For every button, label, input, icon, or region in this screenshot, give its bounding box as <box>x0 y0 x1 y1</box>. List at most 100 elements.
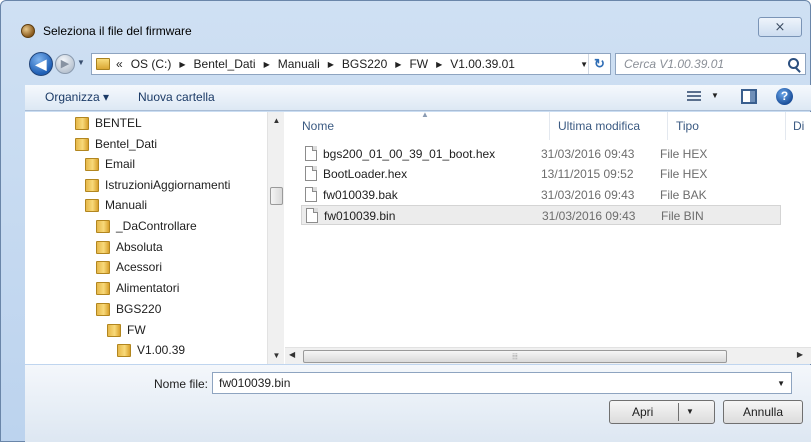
view-options-icon[interactable] <box>687 91 701 103</box>
tree-item-alimentatori[interactable]: Alimentatori <box>96 279 179 297</box>
column-divider[interactable] <box>785 112 786 140</box>
breadcrumb-item[interactable]: V1.00.39.01 <box>450 57 515 71</box>
tree-item-label: Bentel_Dati <box>95 137 158 151</box>
chevron-right-icon[interactable]: ▶ <box>328 60 334 69</box>
chevron-down-icon[interactable]: ▼ <box>711 91 719 100</box>
folder-icon <box>96 219 110 233</box>
tree-item-email[interactable]: Email <box>85 155 135 173</box>
column-header-modified[interactable]: Ultima modifica <box>558 119 640 133</box>
filename-value[interactable]: fw010039.bin <box>219 376 290 390</box>
breadcrumb-overflow[interactable]: « <box>116 57 123 71</box>
chevron-right-icon[interactable]: ▶ <box>436 60 442 69</box>
folder-icon <box>117 343 131 357</box>
tree-item-istruzioni[interactable]: IstruzioniAggiornamenti <box>85 176 230 194</box>
folder-icon <box>96 58 110 70</box>
navigation-pane: BENTEL Bentel_Dati Email IstruzioniAggio… <box>25 112 284 364</box>
file-row[interactable]: fw010039.bak 31/03/2016 09:43 File BAK <box>301 185 781 205</box>
horizontal-scrollbar[interactable]: ◀ ⦙⦙⦙ ▶ <box>285 347 811 364</box>
file-name: fw010039.bak <box>323 188 398 202</box>
tree-item-dacontrollare[interactable]: _DaControllare <box>96 217 197 235</box>
tree-item-label: _DaControllare <box>116 219 197 233</box>
address-bar[interactable]: « OS (C:) ▶ Bentel_Dati ▶ Manuali ▶ BGS2… <box>91 53 611 75</box>
tree-item-label: IstruzioniAggiornamenti <box>105 178 231 192</box>
scrollbar-thumb[interactable] <box>270 187 283 205</box>
scroll-left-icon[interactable]: ◀ <box>289 350 295 359</box>
chevron-down-icon[interactable]: ▼ <box>580 60 588 69</box>
file-row[interactable]: BootLoader.hex 13/11/2015 09:52 File HEX <box>301 164 781 184</box>
tree-item-bgs220[interactable]: BGS220 <box>96 300 161 318</box>
folder-icon <box>85 157 99 171</box>
tree-item-v1-00-39[interactable]: V1.00.39 <box>117 341 185 359</box>
folder-icon <box>96 260 110 274</box>
tree-item-bentel-dati[interactable]: Bentel_Dati <box>75 135 157 153</box>
tree-item-label: Alimentatori <box>116 281 180 295</box>
open-button[interactable]: Apri ▼ <box>609 400 715 424</box>
file-modified: 13/11/2015 09:52 <box>541 167 634 181</box>
breadcrumb-item[interactable]: BGS220 <box>342 57 387 71</box>
file-type: File BIN <box>661 209 704 223</box>
forward-button[interactable]: ▶ <box>55 54 75 74</box>
file-icon <box>305 146 317 161</box>
scroll-up-icon[interactable]: ▲ <box>268 116 285 125</box>
file-row-selected[interactable]: fw010039.bin 31/03/2016 09:43 File BIN <box>301 205 781 225</box>
chevron-right-icon[interactable]: ▶ <box>395 60 401 69</box>
cancel-button[interactable]: Annulla <box>723 400 803 424</box>
tree-item-manuali[interactable]: Manuali <box>85 196 147 214</box>
scrollbar-thumb[interactable]: ⦙⦙⦙ <box>303 350 727 363</box>
tree-item-label: FW <box>127 323 146 337</box>
column-header-type[interactable]: Tipo <box>676 119 699 133</box>
tree-item-label: Manuali <box>105 198 148 212</box>
navigation-scrollbar[interactable]: ▲ ▼ <box>267 112 284 364</box>
chevron-down-icon[interactable]: ▼ <box>686 401 694 423</box>
breadcrumb-item[interactable]: OS (C:) <box>131 57 172 71</box>
scroll-down-icon[interactable]: ▼ <box>268 351 285 360</box>
filename-label: Nome file: <box>154 377 209 391</box>
tree-item-label: BENTEL <box>95 116 142 130</box>
recent-locations-dropdown[interactable]: ▼ <box>77 58 87 68</box>
file-icon <box>306 208 318 223</box>
chevron-down-icon[interactable]: ▼ <box>777 379 785 388</box>
chevron-right-icon[interactable]: ▶ <box>264 60 270 69</box>
column-header-name[interactable]: Nome <box>302 119 334 133</box>
tree-item-bentel[interactable]: BENTEL <box>75 114 142 132</box>
tree-item-acessori[interactable]: Acessori <box>96 258 162 276</box>
tree-item-absoluta[interactable]: Absoluta <box>96 238 163 256</box>
filename-field[interactable]: fw010039.bin ▼ <box>212 372 792 394</box>
dialog-footer: Nome file: fw010039.bin ▼ Apri ▼ Annulla <box>25 365 811 442</box>
file-type: File BAK <box>660 188 707 202</box>
column-header-size[interactable]: Di <box>793 119 804 133</box>
close-button[interactable]: ⨯ <box>758 17 802 37</box>
column-divider[interactable] <box>549 112 550 140</box>
column-divider[interactable] <box>667 112 668 140</box>
file-row[interactable]: bgs200_01_00_39_01_boot.hex 31/03/2016 0… <box>301 144 781 164</box>
file-name: fw010039.bin <box>324 209 396 223</box>
breadcrumb-item[interactable]: FW <box>409 57 428 71</box>
folder-icon <box>75 137 89 151</box>
folder-icon <box>107 323 121 337</box>
app-icon <box>21 24 35 38</box>
file-modified: 31/03/2016 09:43 <box>541 188 635 202</box>
breadcrumb-item[interactable]: Bentel_Dati <box>194 57 256 71</box>
tree-item-label: V1.00.39 <box>137 343 186 357</box>
file-type: File HEX <box>660 167 708 181</box>
command-bar: Organizza ▾ Nuova cartella ▼ ? <box>25 85 811 111</box>
scroll-right-icon[interactable]: ▶ <box>797 350 803 359</box>
refresh-button[interactable]: ↻ <box>588 54 610 74</box>
back-button[interactable]: ◀ <box>29 52 53 76</box>
preview-pane-icon[interactable] <box>741 89 757 104</box>
sort-ascending-icon: ▲ <box>421 110 429 119</box>
organize-menu[interactable]: Organizza ▾ <box>45 90 109 104</box>
open-button-label: Apri <box>632 405 654 419</box>
tree-item-label: Acessori <box>116 260 163 274</box>
file-open-dialog: Seleziona il file del firmware ⨯ ◀ ▶ ▼ «… <box>0 0 811 442</box>
search-box[interactable]: Cerca V1.00.39.01 <box>615 53 806 75</box>
search-icon[interactable] <box>788 58 799 69</box>
help-icon[interactable]: ? <box>776 88 793 105</box>
file-list: Nome ▲ Ultima modifica Tipo Di bgs200_01… <box>285 110 811 364</box>
file-modified: 31/03/2016 09:43 <box>541 147 635 161</box>
window-title: Seleziona il file del firmware <box>43 24 192 38</box>
new-folder-button[interactable]: Nuova cartella <box>138 90 215 104</box>
breadcrumb-item[interactable]: Manuali <box>278 57 320 71</box>
tree-item-fw[interactable]: FW <box>107 321 146 339</box>
chevron-right-icon[interactable]: ▶ <box>179 60 185 69</box>
